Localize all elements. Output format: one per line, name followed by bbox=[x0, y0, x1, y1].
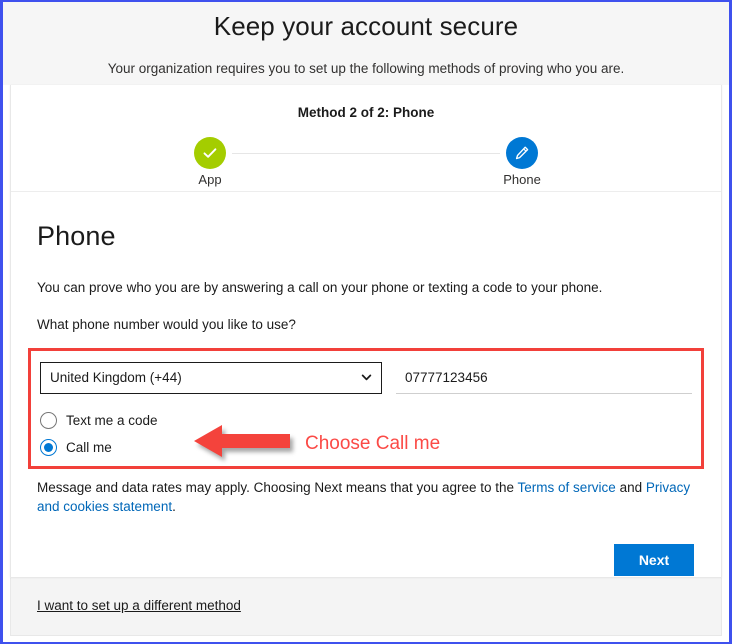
intro-text: You can prove who you are by answering a… bbox=[37, 280, 603, 295]
radio-unchecked-icon bbox=[40, 412, 57, 429]
step-indicator: App Phone bbox=[192, 133, 541, 191]
legal-text: Message and data rates may apply. Choosi… bbox=[37, 469, 695, 516]
radio-call-me-label: Call me bbox=[66, 440, 112, 455]
form-actions: Next bbox=[37, 516, 695, 576]
page-title: Keep your account secure bbox=[213, 11, 519, 41]
radio-call-me[interactable]: Call me bbox=[40, 434, 190, 461]
radio-text-me-a-code-label: Text me a code bbox=[66, 413, 158, 428]
phone-form-highlight-box: United Kingdom (+44) Text me a code bbox=[28, 348, 704, 469]
different-method-link[interactable]: I want to set up a different method bbox=[37, 598, 241, 613]
step-phone-label: Phone bbox=[503, 172, 541, 187]
question-text: What phone number would you like to use? bbox=[37, 317, 296, 332]
verification-method-radio-group: Text me a code Call me bbox=[40, 394, 692, 461]
method-step-title: Method 2 of 2: Phone bbox=[297, 105, 435, 120]
page-root: Keep your account secure Your organizati… bbox=[0, 0, 732, 644]
country-code-select[interactable]: United Kingdom (+44) bbox=[40, 362, 382, 394]
step-app-label: App bbox=[198, 172, 222, 187]
legal-part-2: and bbox=[615, 480, 646, 495]
legal-part-3: . bbox=[172, 499, 176, 514]
pencil-icon bbox=[506, 137, 538, 169]
step-app[interactable]: App bbox=[170, 133, 250, 188]
country-select-wrapper: United Kingdom (+44) bbox=[40, 362, 382, 394]
content-card: Method 2 of 2: Phone App Phone Phone You… bbox=[10, 85, 722, 578]
phone-input-row: United Kingdom (+44) bbox=[40, 362, 692, 394]
next-button[interactable]: Next bbox=[614, 544, 694, 576]
legal-part-1: Message and data rates may apply. Choosi… bbox=[37, 480, 518, 495]
page-banner: Keep your account secure Your organizati… bbox=[3, 2, 729, 85]
page-subtitle: Your organization requires you to set up… bbox=[107, 61, 625, 76]
card-footer: I want to set up a different method bbox=[10, 578, 722, 636]
card-body: Phone You can prove who you are by answe… bbox=[11, 192, 721, 576]
step-phone[interactable]: Phone bbox=[482, 133, 562, 188]
section-heading: Phone bbox=[37, 221, 116, 251]
step-connector-line bbox=[232, 153, 500, 154]
terms-of-service-link[interactable]: Terms of service bbox=[518, 480, 616, 495]
phone-number-input[interactable] bbox=[396, 362, 692, 394]
radio-text-me-a-code[interactable]: Text me a code bbox=[40, 407, 190, 434]
radio-checked-icon bbox=[40, 439, 57, 456]
check-icon bbox=[194, 137, 226, 169]
method-progress-header: Method 2 of 2: Phone App Phone bbox=[11, 85, 721, 192]
